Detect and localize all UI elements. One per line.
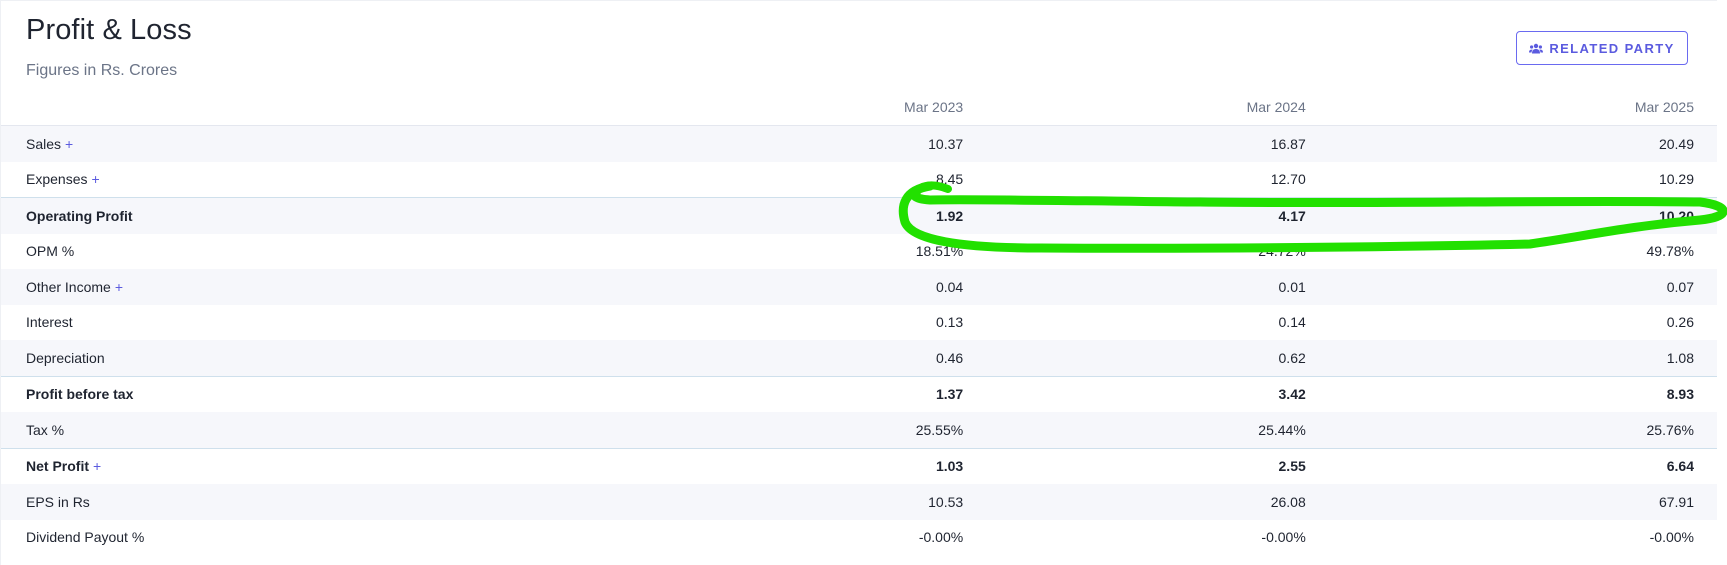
row-label: Profit before tax: [26, 386, 134, 403]
row-label: EPS in Rs: [26, 493, 90, 510]
row-label-cell[interactable]: Other Income +: [1, 269, 610, 305]
profit-loss-table: Mar 2023 Mar 2024 Mar 2025 Sales + 10.37 …: [1, 89, 1717, 555]
row-label-cell: Operating Profit: [1, 197, 610, 234]
row-label-cell: Dividend Payout %: [1, 520, 609, 556]
value-cell: 0.14: [1278, 314, 1306, 331]
related-party-button[interactable]: RELATED PARTY: [1516, 31, 1688, 65]
value-cell: -0.00%: [918, 529, 964, 546]
row-label-cell: Profit before tax: [1, 375, 610, 412]
value-cell: 10.53: [609, 484, 987, 520]
table-row: EPS in Rs 10.53 26.08 67.91: [1, 484, 1717, 520]
value-cell: -0.00%: [1649, 529, 1694, 546]
row-label-cell[interactable]: Sales +: [1, 125, 610, 162]
row-label-cell: EPS in Rs: [1, 484, 610, 520]
column-header: Mar 2023: [609, 89, 987, 126]
row-label-cell: Interest: [1, 305, 609, 341]
users-icon: [1529, 43, 1544, 53]
value-cell: 0.04: [609, 269, 987, 305]
value-cell: 25.55%: [609, 412, 987, 448]
value-cell: 12.70: [1270, 171, 1306, 188]
value-cell: 67.91: [1328, 484, 1717, 520]
value-cell: 16.87: [986, 125, 1329, 162]
expand-plus-icon[interactable]: +: [115, 279, 123, 295]
value-cell: 24.72%: [1258, 243, 1306, 260]
value-cell: 0.13: [935, 314, 964, 331]
row-label-cell: Tax %: [1, 412, 610, 448]
value-cell: 1.92: [609, 197, 987, 234]
table-row: OPM % 18.51% 24.72% 49.78%: [1, 234, 1717, 270]
expand-plus-icon[interactable]: +: [93, 458, 101, 474]
row-label-cell: OPM %: [1, 234, 609, 270]
value-cell: 25.76%: [1328, 412, 1717, 448]
value-cell: 10.37: [609, 125, 987, 162]
row-label: Expenses: [26, 171, 88, 188]
value-cell: 10.20: [1328, 197, 1717, 234]
value-cell: 1.03: [609, 447, 987, 484]
value-cell: 49.78%: [1646, 243, 1694, 260]
row-label: Operating Profit: [26, 207, 133, 224]
table-row: Interest 0.13 0.14 0.26: [1, 305, 1717, 341]
value-cell: 8.45: [935, 171, 964, 188]
row-label: Tax %: [26, 421, 65, 438]
table-header-row: Mar 2023 Mar 2024 Mar 2025: [1, 89, 1717, 126]
row-label: Interest: [26, 314, 73, 331]
table-row: Dividend Payout % -0.00% -0.00% -0.00%: [1, 520, 1717, 556]
value-cell: 18.51%: [915, 243, 964, 260]
row-label: Net Profit: [26, 458, 89, 475]
row-label: Depreciation: [26, 349, 105, 366]
value-cell: 0.07: [1328, 269, 1717, 305]
row-label-cell[interactable]: Net Profit +: [1, 447, 610, 484]
table-row: Sales + 10.37 16.87 20.49: [1, 125, 1717, 162]
related-party-label: RELATED PARTY: [1549, 40, 1675, 56]
page: Profit & Loss Figures in Rs. Crores RELA…: [0, 0, 1727, 565]
row-label: Sales: [26, 135, 62, 152]
page-title: Profit & Loss: [26, 14, 192, 46]
value-cell: 2.55: [986, 447, 1329, 484]
expand-plus-icon[interactable]: +: [91, 171, 99, 187]
row-label-cell: Depreciation: [1, 340, 610, 376]
table-row: Operating Profit 1.92 4.17 10.20: [1, 197, 1717, 234]
header-label-cell: [1, 89, 610, 126]
value-cell: 6.64: [1328, 447, 1717, 484]
profit-loss-card: Profit & Loss Figures in Rs. Crores RELA…: [0, 0, 1717, 565]
table-row: Other Income + 0.04 0.01 0.07: [1, 269, 1717, 305]
value-cell: 0.26: [1666, 314, 1694, 331]
value-cell: 4.17: [986, 197, 1329, 234]
value-cell: 1.08: [1328, 340, 1717, 376]
value-cell: 25.44%: [986, 412, 1329, 448]
table-row: Profit before tax 1.37 3.42 8.93: [1, 375, 1717, 412]
value-cell: 3.42: [986, 375, 1329, 412]
column-header: Mar 2025: [1328, 89, 1717, 126]
row-label: Other Income: [26, 278, 111, 295]
value-cell: 10.29: [1658, 171, 1694, 188]
table-row: Net Profit + 1.03 2.55 6.64: [1, 447, 1717, 484]
value-cell: 20.49: [1328, 125, 1717, 162]
value-cell: 1.37: [609, 375, 987, 412]
table-row: Expenses + 8.45 12.70 10.29: [1, 162, 1717, 198]
row-label: OPM %: [26, 243, 75, 260]
table-row: Depreciation 0.46 0.62 1.08: [1, 340, 1717, 376]
table-row: Tax % 25.55% 25.44% 25.76%: [1, 412, 1717, 448]
column-header: Mar 2024: [986, 89, 1329, 126]
row-label: Dividend Payout %: [26, 529, 145, 546]
row-label-cell[interactable]: Expenses +: [1, 162, 609, 198]
value-cell: 0.46: [609, 340, 987, 376]
value-cell: 8.93: [1328, 375, 1717, 412]
value-cell: 0.62: [986, 340, 1329, 376]
expand-plus-icon[interactable]: +: [65, 136, 73, 152]
value-cell: 0.01: [986, 269, 1329, 305]
value-cell: 26.08: [986, 484, 1329, 520]
value-cell: -0.00%: [1261, 529, 1306, 546]
page-subtitle: Figures in Rs. Crores: [26, 62, 178, 79]
